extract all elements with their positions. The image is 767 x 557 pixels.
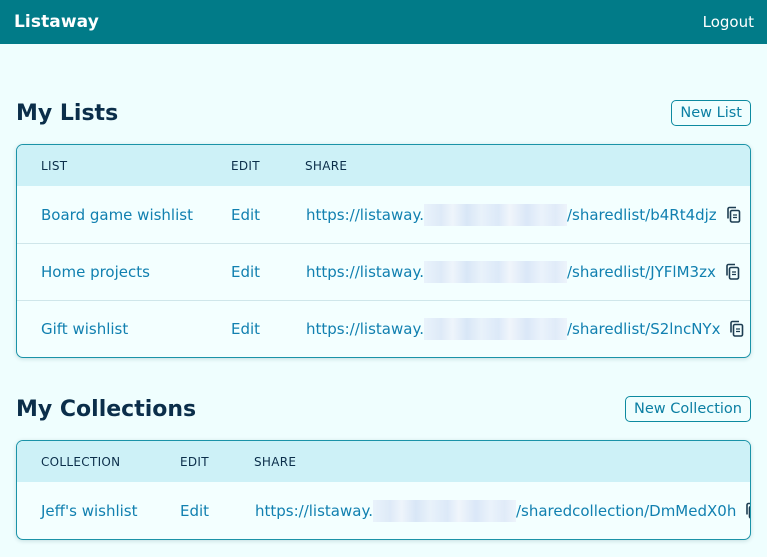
new-list-button[interactable]: New List	[671, 100, 751, 126]
table-row: Jeff's wishlist Edit https://listaway. /…	[17, 482, 750, 539]
edit-link[interactable]: Edit	[231, 206, 260, 224]
lists-table: LIST EDIT SHARE Board game wishlist Edit…	[16, 144, 751, 358]
column-header-share: SHARE	[305, 158, 348, 173]
collections-table: COLLECTION EDIT SHARE Jeff's wishlist Ed…	[16, 440, 751, 540]
share-url-prefix[interactable]: https://listaway.	[255, 502, 373, 520]
copy-icon[interactable]	[726, 206, 742, 224]
share-url: https://listaway. /sharedlist/S2lncNYx	[306, 318, 745, 340]
share-url-prefix[interactable]: https://listaway.	[306, 206, 424, 224]
share-url: https://listaway. /sharedlist/JYFlM3zx	[306, 261, 741, 283]
share-url-prefix[interactable]: https://listaway.	[306, 263, 424, 281]
list-name-link[interactable]: Home projects	[41, 263, 150, 281]
table-row: Gift wishlist Edit https://listaway. /sh…	[17, 300, 750, 357]
share-url-prefix[interactable]: https://listaway.	[306, 320, 424, 338]
lists-table-header: LIST EDIT SHARE	[17, 145, 750, 186]
redacted-domain	[423, 203, 567, 226]
copy-icon[interactable]	[745, 502, 750, 520]
redacted-domain	[423, 318, 567, 340]
list-name-link[interactable]: Gift wishlist	[41, 320, 128, 338]
my-collections-section: My Collections New Collection COLLECTION…	[16, 395, 751, 540]
share-url-suffix[interactable]: /sharedlist/JYFlM3zx	[567, 263, 716, 281]
column-header-edit: EDIT	[231, 158, 260, 173]
list-name-link[interactable]: Board game wishlist	[41, 206, 193, 224]
lists-table-body: Board game wishlist Edit https://listawa…	[17, 186, 750, 357]
edit-link[interactable]: Edit	[180, 502, 209, 520]
column-header-collection: COLLECTION	[41, 454, 121, 469]
share-url: https://listaway. /sharedcollection/DmMe…	[255, 499, 750, 522]
column-header-list: LIST	[41, 158, 68, 173]
column-header-share: SHARE	[254, 454, 297, 469]
redacted-domain	[372, 499, 516, 522]
table-row: Board game wishlist Edit https://listawa…	[17, 186, 750, 243]
share-url-suffix[interactable]: /sharedlist/b4Rt4djz	[567, 206, 717, 224]
edit-link[interactable]: Edit	[231, 263, 260, 281]
my-lists-header: My Lists New List	[16, 99, 751, 127]
table-row: Home projects Edit https://listaway. /sh…	[17, 243, 750, 300]
redacted-domain	[423, 261, 567, 283]
copy-icon[interactable]	[725, 263, 741, 281]
my-collections-header: My Collections New Collection	[16, 395, 751, 423]
edit-link[interactable]: Edit	[231, 320, 260, 338]
brand-logo-text[interactable]: Listaway	[14, 12, 99, 32]
copy-icon[interactable]	[729, 320, 745, 338]
collections-table-header: COLLECTION EDIT SHARE	[17, 441, 750, 482]
collections-table-body: Jeff's wishlist Edit https://listaway. /…	[17, 482, 750, 539]
my-lists-section: My Lists New List LIST EDIT SHARE Board …	[16, 99, 751, 358]
top-navbar: Listaway Logout	[0, 0, 767, 44]
share-url: https://listaway. /sharedlist/b4Rt4djz	[306, 203, 742, 226]
new-collection-button[interactable]: New Collection	[625, 396, 751, 422]
share-url-suffix[interactable]: /sharedcollection/DmMedX0h	[516, 502, 736, 520]
collection-name-link[interactable]: Jeff's wishlist	[41, 502, 137, 520]
my-lists-title: My Lists	[16, 100, 119, 126]
logout-link[interactable]: Logout	[703, 13, 754, 31]
column-header-edit: EDIT	[180, 454, 209, 469]
share-url-suffix[interactable]: /sharedlist/S2lncNYx	[567, 320, 721, 338]
my-collections-title: My Collections	[16, 396, 197, 422]
